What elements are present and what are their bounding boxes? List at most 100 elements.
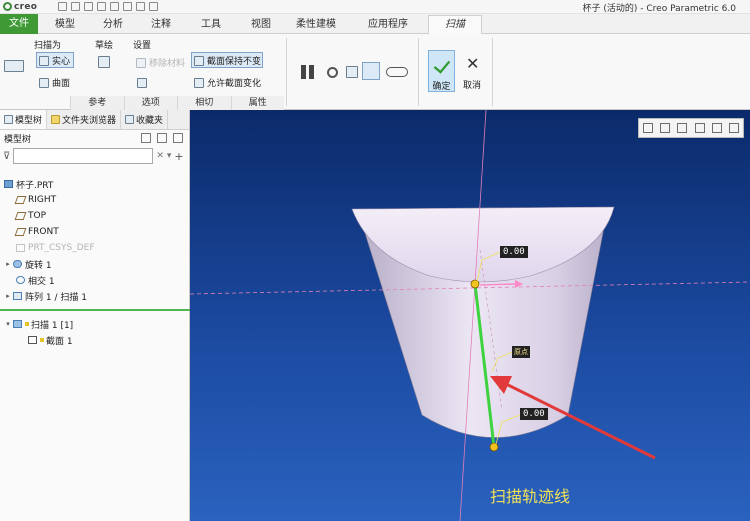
model-graphics	[190, 110, 750, 521]
trajectory-caption: 扫描轨迹线	[490, 487, 571, 506]
window-title: 杯子 (活动的) - Creo Parametric 6.0	[582, 4, 736, 14]
tree-settings-icon[interactable]	[157, 133, 167, 143]
tree-item-sweep[interactable]: ▾ 扫描 1 [1]	[4, 316, 73, 332]
tree-item-intersect[interactable]: 相交 1	[16, 272, 55, 288]
datum-plane-icon	[14, 228, 27, 236]
tree-item-front[interactable]: FRONT	[14, 224, 59, 240]
collapse-icon[interactable]: ▾	[4, 320, 12, 328]
keep-section-button[interactable]: 截面保持不变	[194, 54, 261, 67]
panel-tab-options[interactable]: 选项	[123, 96, 177, 110]
tree-item-top[interactable]: TOP	[14, 208, 46, 224]
tab-sweep[interactable]: 扫描	[428, 15, 482, 35]
new-feature-marker-icon	[40, 338, 44, 342]
datum-plane-icon	[14, 196, 27, 204]
solid-button[interactable]: 实心	[39, 54, 70, 67]
panel-tab-properties[interactable]: 属性	[230, 96, 284, 110]
redo-icon[interactable]	[110, 2, 119, 11]
regenerate-icon[interactable]	[123, 2, 132, 11]
preview-separate-icon[interactable]	[346, 66, 358, 78]
thicken-icon[interactable]	[137, 78, 147, 88]
remove-material-button[interactable]: 移除材料	[136, 56, 185, 69]
tree-item-pattern[interactable]: ▸ 阵列 1 / 扫描 1	[4, 288, 87, 304]
expand-icon[interactable]: ▸	[4, 292, 12, 300]
keep-section-label: 截面保持不变	[207, 57, 262, 67]
tab-analysis[interactable]: 分析	[98, 16, 128, 34]
creo-logo-icon	[3, 2, 12, 11]
revolve-icon	[13, 260, 22, 268]
cancel-button[interactable]: ✕ 取消	[460, 50, 484, 92]
close-window-icon[interactable]	[149, 2, 158, 11]
tree-columns-icon[interactable]	[173, 133, 183, 143]
windows-icon[interactable]	[136, 2, 145, 11]
tree-search-input[interactable]	[13, 148, 154, 164]
tab-favorites[interactable]: 收藏夹	[121, 110, 169, 129]
tab-model-tree[interactable]: 模型树	[0, 110, 48, 129]
glasses-preview-icon[interactable]	[386, 67, 408, 77]
tab-tools[interactable]: 工具	[196, 16, 226, 34]
new-icon[interactable]	[58, 2, 67, 11]
quick-access-toolbar	[58, 2, 158, 11]
tree-item-section[interactable]: 截面 1	[28, 332, 73, 348]
surface-button[interactable]: 曲面	[39, 76, 70, 89]
surface-icon	[39, 77, 49, 88]
keep-section-icon	[194, 55, 204, 66]
tab-model[interactable]: 模型	[50, 16, 80, 34]
tab-folder-browser[interactable]: 文件夹浏览器	[47, 110, 122, 129]
allow-section-change-button[interactable]: 允许截面变化	[194, 76, 261, 89]
undo-icon[interactable]	[97, 2, 106, 11]
panel-tab-references[interactable]: 参考	[70, 96, 124, 110]
tree-item-label: 旋转 1	[25, 260, 52, 271]
ribbon-separator-3	[492, 38, 493, 106]
ribbon: 扫描为 实心 曲面 草绘 设置 移除材料 截面保持不变 允许截面变化 参考 选项…	[0, 34, 750, 110]
tab-flexible-modeling[interactable]: 柔性建模	[290, 16, 342, 34]
coordinate-system-icon	[16, 244, 25, 252]
ribbon-separator	[286, 38, 287, 106]
dimension-top[interactable]: 0.00	[500, 246, 528, 258]
tree-item-revolve[interactable]: ▸ 旋转 1	[4, 256, 52, 272]
save-icon[interactable]	[84, 2, 93, 11]
tree-item-label: 杯子.PRT	[16, 180, 54, 191]
tab-model-tree-label: 模型树	[15, 116, 43, 126]
tree-item-label: RIGHT	[28, 195, 57, 205]
close-icon: ✕	[466, 54, 480, 73]
panel-tab-tangency[interactable]: 相切	[177, 96, 231, 110]
solid-icon	[39, 55, 49, 66]
tree-item-right[interactable]: RIGHT	[14, 192, 57, 208]
dimension-bottom[interactable]: 0.00	[520, 408, 548, 420]
title-bar: creo 杯子 (活动的) - Creo Parametric 6.0	[0, 0, 750, 14]
clear-search-icon[interactable]: ✕	[156, 151, 164, 161]
no-preview-icon[interactable]	[327, 67, 338, 78]
tab-view[interactable]: 视图	[246, 16, 276, 34]
navigator-tabs: 模型树 文件夹浏览器 收藏夹	[0, 110, 189, 130]
origin-tag[interactable]: 原点	[512, 346, 530, 358]
tree-item-csys[interactable]: PRT_CSYS_DEF	[16, 240, 95, 256]
tab-file[interactable]: 文件	[0, 14, 38, 34]
datum-plane-icon	[14, 212, 27, 220]
expand-icon[interactable]: ▸	[4, 260, 12, 268]
sweep-as-label: 扫描为	[34, 41, 62, 51]
part-icon	[4, 180, 13, 188]
add-filter-icon[interactable]: +	[174, 150, 183, 163]
verify-mode-icon[interactable]	[362, 62, 380, 80]
tab-applications[interactable]: 应用程序	[362, 16, 414, 34]
intersect-icon	[16, 276, 25, 284]
tab-folder-browser-label: 文件夹浏览器	[62, 116, 117, 126]
sketch-icon[interactable]	[98, 56, 110, 68]
tree-item-part[interactable]: 杯子.PRT	[4, 176, 53, 192]
graphics-window[interactable]: 0.00 0.00 原点 扫描轨迹线	[190, 110, 750, 521]
solid-label: 实心	[52, 57, 71, 67]
search-dropdown-icon[interactable]: ▾	[167, 151, 172, 161]
model-tree-title: 模型树	[4, 134, 32, 145]
open-icon[interactable]	[71, 2, 80, 11]
pause-icon[interactable]	[301, 65, 315, 79]
tab-annotate[interactable]: 注释	[146, 16, 176, 34]
tree-tools-icon[interactable]	[141, 133, 151, 143]
allow-section-change-label: 允许截面变化	[207, 79, 262, 89]
confirm-button[interactable]: 确定	[428, 50, 455, 92]
sweep-icon	[13, 320, 22, 328]
tree-item-label: FRONT	[28, 227, 59, 237]
tree-item-label: 截面 1	[46, 336, 73, 347]
remove-material-label: 移除材料	[149, 59, 186, 69]
ribbon-panel-tabs: 参考 选项 相切 属性	[70, 96, 284, 110]
filter-icon[interactable]: ⊽	[3, 151, 10, 162]
